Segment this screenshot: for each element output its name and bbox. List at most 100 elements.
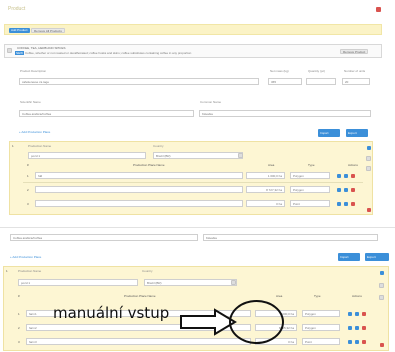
add-production-place-link[interactable]: + Add Production Place [10, 255, 41, 259]
edit-icon[interactable] [355, 340, 359, 344]
col-hash: # [18, 294, 20, 298]
delete-icon[interactable] [351, 188, 355, 192]
layers-icon[interactable] [379, 283, 384, 288]
highlight-ellipse [229, 300, 284, 344]
delete-icon[interactable] [362, 326, 366, 330]
edit-icon[interactable] [344, 202, 348, 206]
add-row-icon[interactable] [380, 271, 384, 275]
col-hash: # [27, 163, 29, 167]
type-select[interactable]: Polygon [290, 172, 330, 179]
scientific-name-input[interactable]: Coffea arabica/Coffea [10, 234, 198, 241]
type-select[interactable]: Point [290, 200, 330, 207]
col-geometry: Production Place Name [133, 163, 165, 167]
common-name-input[interactable]: Káva/ka [203, 234, 378, 241]
delete-icon[interactable] [362, 340, 366, 344]
add-production-place-label: Add Production Place [12, 255, 42, 259]
map-icon[interactable] [348, 312, 352, 316]
import-button[interactable]: Import [338, 253, 360, 261]
type-select[interactable]: Polygon [302, 324, 340, 331]
production-table-header: # Production Place Name Area Type Action… [23, 162, 363, 168]
production-name-input[interactable]: pozd 1 [18, 279, 138, 286]
row-index: 2 [27, 188, 29, 192]
product-modal: Product Add Product Remove All Products … [0, 0, 395, 224]
type-select[interactable]: Polygon [290, 186, 330, 193]
production-place-name-input[interactable]: fdd [35, 172, 243, 179]
product-description-label: Product Description [20, 69, 47, 73]
remove-block-icon[interactable] [367, 208, 371, 212]
row-index: 1 [27, 174, 29, 178]
table-row: 3 0 ha Point [23, 199, 363, 209]
number-of-units-label: Number of units [344, 69, 366, 73]
row-divider [23, 182, 363, 183]
list-icon[interactable] [366, 166, 371, 171]
quantity-label: Quantity (pc) [308, 69, 326, 73]
edit-icon[interactable] [355, 326, 359, 330]
col-geometry: Production Place Name [124, 294, 156, 298]
country-select[interactable]: Brazil (BR) [153, 152, 243, 159]
layers-icon[interactable] [366, 156, 371, 161]
edit-icon[interactable] [355, 312, 359, 316]
country-select[interactable]: Brazil (BR) [144, 279, 237, 286]
add-production-place-label: Add Production Place [21, 130, 51, 134]
col-area: Area [268, 163, 275, 167]
production-name-label: Production Name [28, 144, 52, 148]
chevron-down-icon[interactable] [238, 153, 243, 158]
chevron-down-icon[interactable] [231, 280, 236, 285]
add-production-place-link[interactable]: + Add Production Place [19, 130, 50, 134]
area-input[interactable]: 8 727,32 ha [246, 186, 285, 193]
export-button[interactable]: Export [365, 253, 389, 261]
delete-icon[interactable] [351, 174, 355, 178]
map-icon[interactable] [348, 340, 352, 344]
production-index: 1 [12, 144, 14, 148]
production-index: 1 [6, 269, 8, 273]
production-place-name-input[interactable] [35, 186, 243, 193]
scientific-name-label: Scientific Name [20, 100, 41, 104]
common-name-input[interactable]: Káva/ka [199, 110, 371, 117]
new-badge: NEW [15, 51, 24, 55]
map-icon[interactable] [337, 188, 341, 192]
row-index: 2 [18, 326, 20, 330]
list-icon[interactable] [379, 295, 384, 300]
country-label: Country [142, 269, 153, 273]
add-product-button[interactable]: Add Product [9, 28, 30, 33]
production-place-name-input[interactable]: farm3 [26, 338, 251, 345]
production-name-input[interactable]: pozd 1 [28, 152, 146, 159]
import-button[interactable]: Import [318, 129, 340, 137]
common-name-label: Common Name [200, 100, 222, 104]
collapse-icon[interactable] [7, 48, 12, 53]
annotation-text: manuální vstup [53, 304, 170, 322]
delete-icon[interactable] [351, 202, 355, 206]
map-icon[interactable] [337, 174, 341, 178]
remove-product-button[interactable]: Remove Product [340, 49, 369, 54]
close-icon[interactable] [376, 7, 381, 12]
net-mass-input[interactable]: 365 [268, 78, 302, 85]
remove-block-icon[interactable] [380, 343, 384, 347]
export-button[interactable]: Export [346, 129, 368, 137]
area-input[interactable]: 1 000,0 ha [246, 172, 285, 179]
col-actions: Actions [348, 163, 358, 167]
table-row: 2 8 727,32 ha Polygon [23, 185, 363, 195]
number-of-units-input[interactable]: 20 [342, 78, 370, 85]
type-select[interactable]: Point [302, 338, 340, 345]
row-index: 3 [27, 202, 29, 206]
edit-icon[interactable] [344, 174, 348, 178]
delete-icon[interactable] [362, 312, 366, 316]
col-type: Type [314, 294, 321, 298]
edit-icon[interactable] [344, 188, 348, 192]
scientific-name-input[interactable]: Coffea arabica/Coffea [19, 110, 194, 117]
row-index: 3 [18, 340, 20, 344]
quantity-input[interactable] [306, 78, 336, 85]
map-icon[interactable] [337, 202, 341, 206]
production-name-label: Production Name [18, 269, 42, 273]
production-place-name-input[interactable] [35, 200, 243, 207]
table-row: 3 farm3 0 ha Point [14, 337, 366, 347]
category-card: NEW COFFEE, TEA, HERB AND SPICES Coffee,… [4, 44, 382, 58]
type-select[interactable]: Polygon [302, 310, 340, 317]
product-description-input[interactable]: cafetiereuse za tage [19, 78, 259, 85]
col-actions: Actions [352, 294, 362, 298]
remove-products-button[interactable]: Remove All Products [31, 28, 65, 33]
map-icon[interactable] [348, 326, 352, 330]
add-row-icon[interactable] [367, 146, 371, 150]
area-input[interactable]: 0 ha [246, 200, 285, 207]
production-table-header: # Production Place Name Area Type Action… [14, 293, 364, 299]
